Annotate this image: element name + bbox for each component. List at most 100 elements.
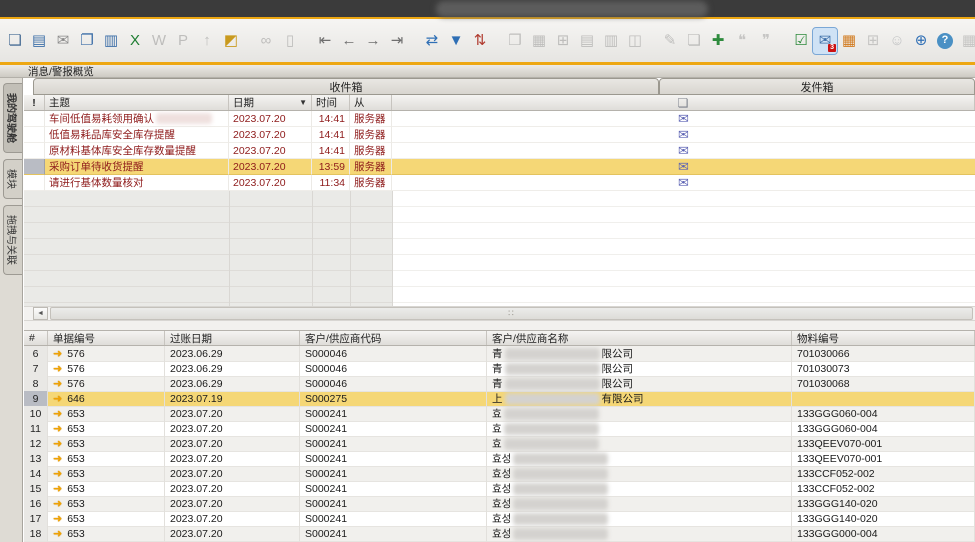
report-icon[interactable]: ▦ (837, 28, 861, 54)
link-arrow-icon[interactable]: ➜ (53, 422, 62, 435)
link-arrow-icon[interactable]: ➜ (53, 347, 62, 360)
link-arrow-icon[interactable]: ➜ (53, 512, 62, 525)
table-row[interactable]: 13 ➜653 2023.07.20 S000241 효성 133QEEV070… (24, 451, 975, 466)
menu-goto[interactable] (66, 8, 82, 10)
table-row[interactable]: 15 ➜653 2023.07.20 S000241 효성 133CCF052-… (24, 481, 975, 496)
column-header-doc-number[interactable]: 单据编号 (48, 331, 165, 345)
help-icon[interactable]: ? (933, 28, 957, 54)
link-arrow-icon[interactable]: ➜ (53, 527, 62, 540)
filter-icon[interactable]: ▼ (444, 28, 468, 54)
menu-edit[interactable] (18, 8, 34, 10)
transaction-icon[interactable]: ▥ (599, 28, 623, 54)
column-header-attachment[interactable]: ❏ (392, 95, 975, 110)
previous-record-icon[interactable]: ← (337, 28, 361, 54)
menu-file[interactable] (2, 8, 18, 10)
message-row[interactable]: 采购订单待收货提醒 2023.07.20 13:59 服务器 ✉ (24, 159, 975, 175)
table-row[interactable]: 17 ➜653 2023.07.20 S000241 효성 133GGG140-… (24, 511, 975, 526)
sidebar-tab-drag-relate[interactable]: 拖拽与关联 (3, 205, 22, 275)
menu-window[interactable] (114, 8, 130, 10)
table-row[interactable]: 12 ➜653 2023.07.20 S000241 효 133QEEV070-… (24, 436, 975, 451)
menu-tools[interactable] (98, 8, 114, 10)
message-row[interactable]: 车间低值易耗领用确认 2023.07.20 14:41 服务器 ✉ (24, 111, 975, 127)
collaboration-icon[interactable]: ❞ (754, 28, 778, 54)
share-icon[interactable]: ↑ (195, 28, 219, 54)
document-settings-icon[interactable]: ❏ (682, 28, 706, 54)
envelope-icon[interactable]: ✉ (678, 176, 689, 189)
column-header-date[interactable]: 日期▼ (229, 95, 312, 110)
menu-help[interactable] (130, 8, 146, 10)
messages-alerts-icon[interactable]: ✉ 3 (813, 28, 837, 54)
link-arrow-icon[interactable]: ➜ (53, 497, 62, 510)
refresh-icon[interactable]: ⇄ (420, 28, 444, 54)
link-arrow-icon[interactable]: ➜ (53, 482, 62, 495)
menu-modules[interactable] (82, 8, 98, 10)
table-row[interactable]: 18 ➜653 2023.07.20 S000241 효성 133GGG000-… (24, 526, 975, 541)
export-excel-icon[interactable]: X (123, 28, 147, 54)
employee-icon[interactable]: ☺ (885, 28, 909, 54)
document-tab-strip[interactable]: 消息/警报概览 (0, 65, 975, 78)
query-icon[interactable]: ◫ (623, 28, 647, 54)
tab-inbox[interactable]: 收件箱 (33, 78, 659, 95)
find-icon[interactable]: ∞ (254, 28, 278, 54)
table-row[interactable]: 8 ➜576 2023.06.29 S000046 青限公司 701030068 (24, 376, 975, 391)
table-row[interactable]: 7 ➜576 2023.06.29 S000046 青限公司 701030073 (24, 361, 975, 376)
preview-icon[interactable]: ❏ (3, 28, 27, 54)
column-header-subject[interactable]: 主题 (45, 95, 229, 110)
link-arrow-icon[interactable]: ➜ (53, 392, 62, 405)
print-layout-icon[interactable]: ▥ (99, 28, 123, 54)
payment-icon[interactable]: ⊞ (551, 28, 575, 54)
column-header-bp-code[interactable]: 客户/供应商代码 (300, 331, 487, 345)
calculator-icon[interactable]: ▦ (527, 28, 551, 54)
sidebar-tab-modules[interactable]: 模块 (3, 159, 22, 199)
link-arrow-icon[interactable]: ➜ (53, 362, 62, 375)
scrollbar-thumb[interactable]: ∷ (50, 307, 973, 320)
journal-icon[interactable]: ▤ (575, 28, 599, 54)
column-header-priority[interactable]: ! (24, 95, 45, 110)
edit-icon[interactable]: ✎ (658, 28, 682, 54)
web-client-icon[interactable]: ⊕ (909, 28, 933, 54)
print-icon[interactable]: ▤ (27, 28, 51, 54)
message-row[interactable]: 低值易耗品库安全库存提醒 2023.07.20 14:41 服务器 ✉ (24, 127, 975, 143)
table-row[interactable]: 16 ➜653 2023.07.20 S000241 효성 133GGG140-… (24, 496, 975, 511)
table-row[interactable]: 10 ➜653 2023.07.20 S000241 효 133GGG060-0… (24, 406, 975, 421)
menu-view[interactable] (34, 8, 50, 10)
first-record-icon[interactable]: ⇤ (313, 28, 337, 54)
link-arrow-icon[interactable]: ➜ (53, 452, 62, 465)
next-record-icon[interactable]: → (361, 28, 385, 54)
calendar-icon[interactable]: ▦ (957, 28, 975, 54)
clipboard-icon[interactable]: ▯ (278, 28, 302, 54)
table-row[interactable]: 9 ➜646 2023.07.19 S000275 上有限公司 (24, 391, 975, 406)
last-record-icon[interactable]: ⇥ (385, 28, 409, 54)
column-header-bp-name[interactable]: 客户/供应商名称 (487, 331, 792, 345)
table-row[interactable]: 11 ➜653 2023.07.20 S000241 효 133GGG060-0… (24, 421, 975, 436)
export-pdf-icon[interactable]: P (171, 28, 195, 54)
sidebar-tab-my-cockpit[interactable]: 我的驾驶舱 (3, 83, 22, 153)
envelope-icon[interactable]: ✉ (678, 128, 689, 141)
alerts-checklist-icon[interactable]: ☑ (789, 28, 813, 54)
comment-icon[interactable]: ❝ (730, 28, 754, 54)
menu-data[interactable] (50, 8, 66, 10)
table-row[interactable]: 14 ➜653 2023.07.20 S000241 효성 133CCF052-… (24, 466, 975, 481)
envelope-icon[interactable]: ✉ (678, 160, 689, 173)
column-header-item-number[interactable]: 物料编号 (792, 331, 975, 345)
link-arrow-icon[interactable]: ➜ (53, 377, 62, 390)
message-row[interactable]: 原材料基体库安全库存数量提醒 2023.07.20 14:41 服务器 ✉ (24, 143, 975, 159)
link-arrow-icon[interactable]: ➜ (53, 437, 62, 450)
link-arrow-icon[interactable]: ➜ (53, 407, 62, 420)
message-row[interactable]: 请进行基体数量核对 2023.07.20 11:34 服务器 ✉ (24, 175, 975, 191)
envelope-icon[interactable]: ✉ (678, 112, 689, 125)
mobile-sync-icon[interactable]: ❐ (75, 28, 99, 54)
column-header-from[interactable]: 从 (350, 95, 392, 110)
column-header-time[interactable]: 时间 (312, 95, 350, 110)
tab-outbox[interactable]: 发件箱 (659, 78, 975, 95)
envelope-icon[interactable]: ✉ (678, 144, 689, 157)
column-header-posting-date[interactable]: 过账日期 (165, 331, 300, 345)
sort-icon[interactable]: ⇅ (468, 28, 492, 54)
export-word-icon[interactable]: W (147, 28, 171, 54)
email-icon[interactable]: ✉ (51, 28, 75, 54)
table-row[interactable]: 6 ➜576 2023.06.29 S000046 青限公司 701030066 (24, 346, 975, 361)
lock-screen-icon[interactable]: ◩ (219, 28, 243, 54)
org-chart-icon[interactable]: ⊞ (861, 28, 885, 54)
form-settings-icon[interactable]: ✚ (706, 28, 730, 54)
scroll-left-button[interactable]: ◄ (33, 307, 48, 320)
